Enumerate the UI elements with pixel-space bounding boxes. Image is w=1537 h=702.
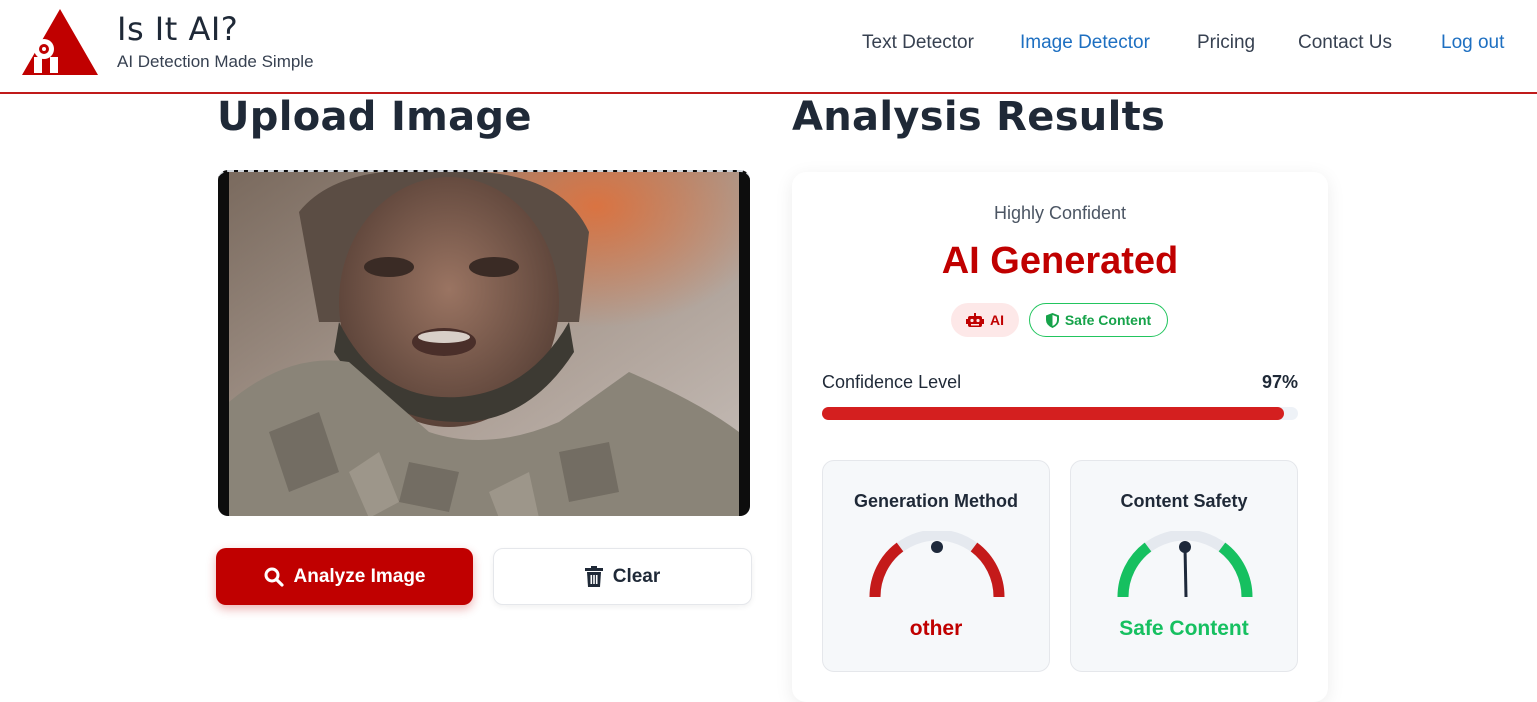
safe-content-badge-label: Safe Content <box>1064 312 1152 328</box>
brand-title[interactable]: Is It AI? <box>117 10 238 48</box>
confidence-level-value: 97% <box>1261 372 1298 392</box>
analyze-image-button[interactable]: Analyze Image <box>216 548 473 605</box>
shield-icon <box>1045 312 1059 328</box>
nav-pricing[interactable]: Pricing <box>1197 32 1255 54</box>
confidence-progress-bar <box>822 407 1298 420</box>
uploaded-image-photo <box>229 172 739 516</box>
content-safety-title: Content Safety <box>1120 491 1248 511</box>
generation-method-title: Generation Method <box>853 491 1018 511</box>
results-heading: Analysis Results <box>792 94 1166 140</box>
uploaded-image[interactable] <box>218 170 750 516</box>
clear-button[interactable]: Clear <box>493 548 752 605</box>
ai-badge: AI <box>951 303 1019 337</box>
clear-label: Clear <box>612 565 661 587</box>
generation-gauge <box>869 531 1005 598</box>
safety-gauge <box>1117 531 1253 598</box>
logo-icon[interactable] <box>22 9 98 75</box>
nav-text-detector[interactable]: Text Detector <box>862 32 974 54</box>
trash-icon <box>584 566 603 587</box>
brand-subtitle: AI Detection Made Simple <box>117 52 314 71</box>
nav-image-detector[interactable]: Image Detector <box>1020 32 1150 54</box>
search-icon <box>264 567 284 587</box>
robot-icon <box>966 312 984 327</box>
safe-content-badge: Safe Content <box>1029 303 1168 337</box>
ai-badge-label: AI <box>990 312 1004 328</box>
confidence-text: Highly Confident <box>993 203 1127 223</box>
nav-contact-us[interactable]: Contact Us <box>1298 32 1392 54</box>
confidence-level-label: Confidence Level <box>822 372 962 392</box>
confidence-progress-fill <box>822 407 1284 420</box>
upload-heading: Upload Image <box>217 94 532 140</box>
content-safety-panel: Content Safety Safe Content <box>1070 460 1298 672</box>
generation-method-value: other <box>909 617 963 640</box>
logout-link[interactable]: Log out <box>1441 32 1504 54</box>
results-card: Highly Confident AI Generated AI Safe Co… <box>792 172 1328 702</box>
verdict-label: AI Generated <box>941 240 1179 282</box>
analyze-image-label: Analyze Image <box>293 565 426 587</box>
site-header: Is It AI? AI Detection Made Simple Text … <box>0 0 1537 94</box>
generation-method-panel: Generation Method other <box>822 460 1050 672</box>
content-safety-value: Safe Content <box>1119 617 1249 640</box>
